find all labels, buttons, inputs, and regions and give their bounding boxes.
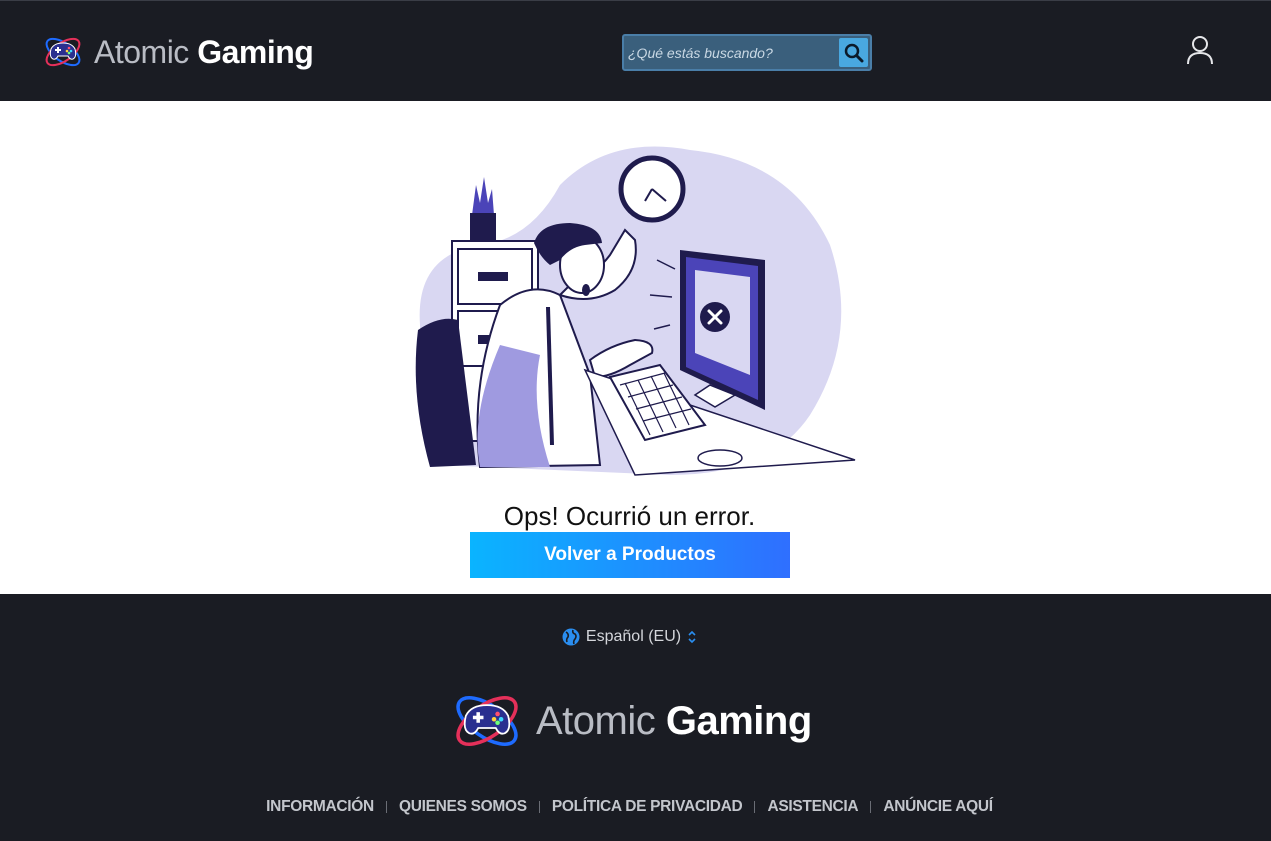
language-label: Español (EU): [585, 628, 682, 645]
site-header: Atomic Gaming: [0, 0, 1271, 101]
footer-link-politica-privacidad[interactable]: POLÍTICA DE PRIVACIDAD: [552, 798, 743, 816]
brand-name-bold: Gaming: [197, 34, 314, 70]
error-title: Ops! Ocurrió un error.: [503, 501, 756, 531]
globe-icon: [562, 628, 580, 646]
brand-name-light: Atomic: [94, 34, 189, 70]
footer-nav-divider: [754, 801, 756, 813]
footer-link-quienes-somos[interactable]: QUIENES SOMOS: [399, 798, 527, 816]
search-bar: [622, 34, 872, 71]
error-illustration: [415, 146, 856, 476]
footer-nav-divider: [538, 801, 540, 813]
back-to-products-button[interactable]: Volver a Productos: [470, 532, 790, 578]
footer-brand-name-bold: Gaming: [665, 699, 812, 743]
footer-nav-divider: [870, 801, 872, 813]
language-selector[interactable]: Español (EU): [0, 628, 1259, 646]
brand-name: Atomic Gaming: [94, 34, 314, 70]
footer-nav: INFORMACIÓN QUIENES SOMOS POLÍTICA DE PR…: [0, 798, 1259, 816]
chevron-updown-icon: [688, 630, 696, 644]
user-icon[interactable]: [1186, 34, 1214, 66]
controller-logo-icon: [45, 37, 81, 67]
search-icon: [844, 43, 863, 62]
footer-brand-logo[interactable]: Atomic Gaming: [450, 684, 812, 758]
footer-link-informacion[interactable]: INFORMACIÓN: [266, 798, 374, 816]
footer-link-asistencia[interactable]: ASISTENCIA: [767, 798, 858, 816]
footer-nav-divider: [385, 801, 387, 813]
site-footer: Español (EU) Atomic Gaming INFORMACIÓN Q…: [0, 594, 1271, 841]
brand-logo-link[interactable]: Atomic Gaming: [42, 31, 314, 73]
footer-brand-name: Atomic Gaming: [536, 701, 812, 741]
footer-link-anuncie-aqui[interactable]: ANÚNCIE AQUÍ: [883, 798, 993, 816]
search-input[interactable]: [628, 40, 838, 66]
controller-logo-icon: [456, 696, 518, 746]
search-button[interactable]: [839, 38, 868, 67]
footer-brand-name-light: Atomic: [536, 699, 656, 743]
